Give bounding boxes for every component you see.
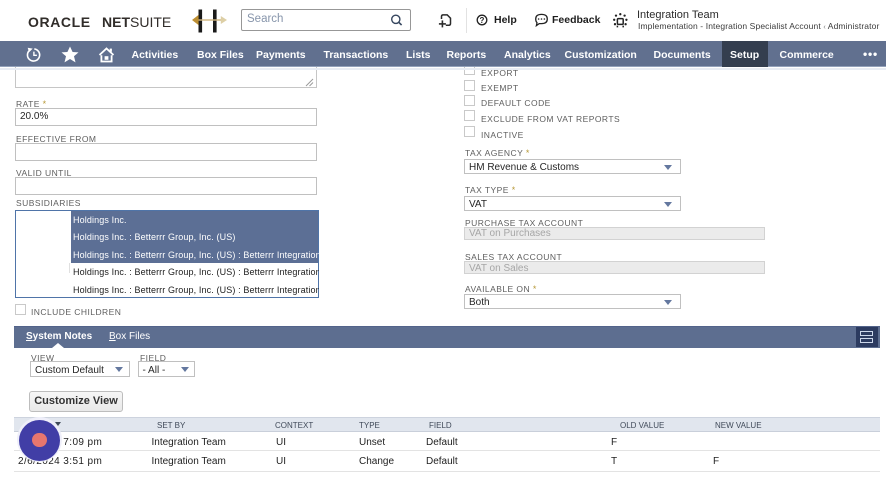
svg-text:?: ? — [480, 16, 485, 25]
